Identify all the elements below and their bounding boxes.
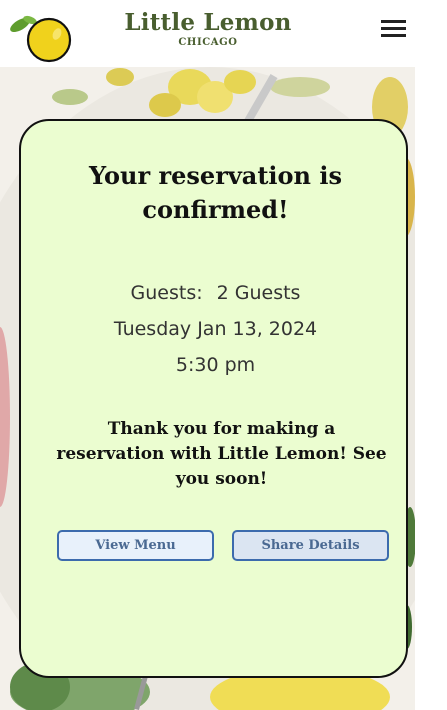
- hamburger-line: [381, 27, 406, 30]
- guests-label: Guests:: [130, 282, 203, 304]
- reservation-time: 5:30 pm: [175, 354, 256, 376]
- brand-name: Little Lemon: [124, 9, 292, 36]
- share-details-button[interactable]: Share Details: [232, 530, 389, 561]
- hamburger-line: [381, 20, 406, 23]
- brand-city: CHICAGO: [178, 37, 238, 48]
- brand[interactable]: Little Lemon CHICAGO: [110, 10, 306, 50]
- guests-value: 2 Guests: [216, 282, 301, 304]
- lemon-logo-icon[interactable]: [6, 10, 72, 64]
- hamburger-menu-icon[interactable]: [381, 19, 407, 39]
- hamburger-line: [381, 34, 406, 37]
- reservation-confirmation-card: Your reservation is confirmed! Guests: 2 …: [19, 119, 408, 678]
- page-margin: [415, 67, 447, 710]
- reservation-details: Guests: 2 Guests Tuesday Jan 13, 2024 5:3…: [21, 275, 410, 383]
- view-menu-button[interactable]: View Menu: [57, 530, 214, 561]
- thank-you-message: Thank you for making a reservation with …: [56, 419, 387, 489]
- confirmation-title: Your reservation is confirmed!: [89, 161, 342, 224]
- reservation-date: Tuesday Jan 13, 2024: [113, 318, 318, 340]
- guests-row: Guests: 2 Guests: [21, 275, 410, 311]
- app-header: Little Lemon CHICAGO: [0, 0, 447, 67]
